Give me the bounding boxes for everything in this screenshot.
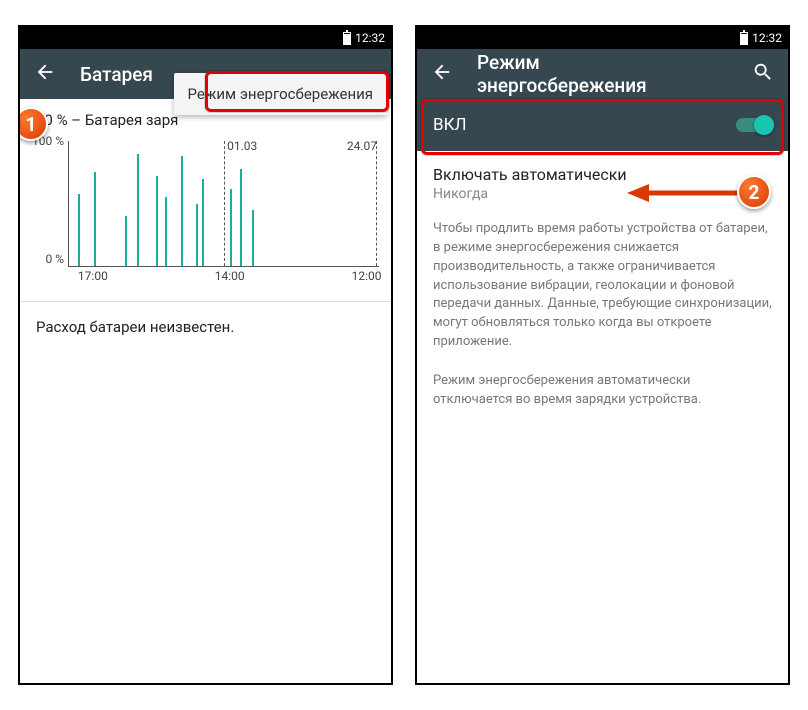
page-title: Батарея: [80, 63, 153, 86]
x-label-2: 14:00: [215, 269, 245, 283]
chart-plot-area: 01.03 24.07: [68, 141, 379, 267]
description-2: Режим энергосбережения автоматически отк…: [417, 362, 788, 420]
search-icon[interactable]: [752, 61, 774, 87]
chart-bar: [94, 172, 96, 266]
battery-chart: 100 % 0 % 01.03 24.07 17:00 14:00 12:00: [32, 137, 379, 287]
chart-bar: [181, 156, 183, 266]
chart-bar: [240, 169, 242, 267]
chart-bar: [252, 210, 254, 266]
battery-usage-unknown: Расход батареи неизвестен.: [20, 302, 391, 352]
callout-badge-2: 2: [737, 175, 771, 209]
menu-item-label: Режим энергосбережения: [188, 85, 373, 103]
chart-top-label-1: 01.03: [227, 139, 257, 153]
status-time: 12:32: [355, 31, 385, 45]
back-icon[interactable]: [431, 61, 453, 87]
x-label-3: 12:00: [352, 269, 382, 283]
y-label-bottom: 0 %: [45, 252, 64, 266]
back-icon[interactable]: [34, 61, 56, 87]
chart-bar: [137, 154, 139, 267]
chart-bar: [165, 197, 167, 266]
toggle-switch[interactable]: [736, 118, 772, 132]
battery-icon: [343, 32, 351, 45]
callout-arrow: [627, 181, 747, 205]
x-label-1: 17:00: [78, 269, 108, 283]
battery-saver-toggle-row[interactable]: ВКЛ: [417, 99, 788, 151]
phone-left: 12:32 Батарея Режим энергосбережения 1 9…: [18, 25, 393, 685]
toggle-label: ВКЛ: [433, 115, 467, 135]
chart-bar: [230, 189, 232, 267]
description-1: Чтобы продлить время работы устройства о…: [417, 210, 788, 362]
status-bar: 12:32: [417, 27, 788, 49]
chart-bar: [78, 194, 80, 267]
app-bar: Режим энергосбережения: [417, 49, 788, 99]
chart-bar: [202, 179, 204, 267]
menu-battery-saver[interactable]: Режим энергосбережения: [174, 73, 387, 115]
phone-right: 12:32 Режим энергосбережения ВКЛ Включат…: [415, 25, 790, 685]
status-bar: 12:32: [20, 27, 391, 49]
chart-bar: [156, 176, 158, 266]
battery-icon: [740, 32, 748, 45]
chart-top-label-2: 24.07: [347, 139, 377, 153]
chart-bar: [196, 204, 198, 267]
status-time: 12:32: [752, 31, 782, 45]
page-title: Режим энергосбережения: [477, 51, 704, 97]
chart-bar: [125, 216, 127, 266]
